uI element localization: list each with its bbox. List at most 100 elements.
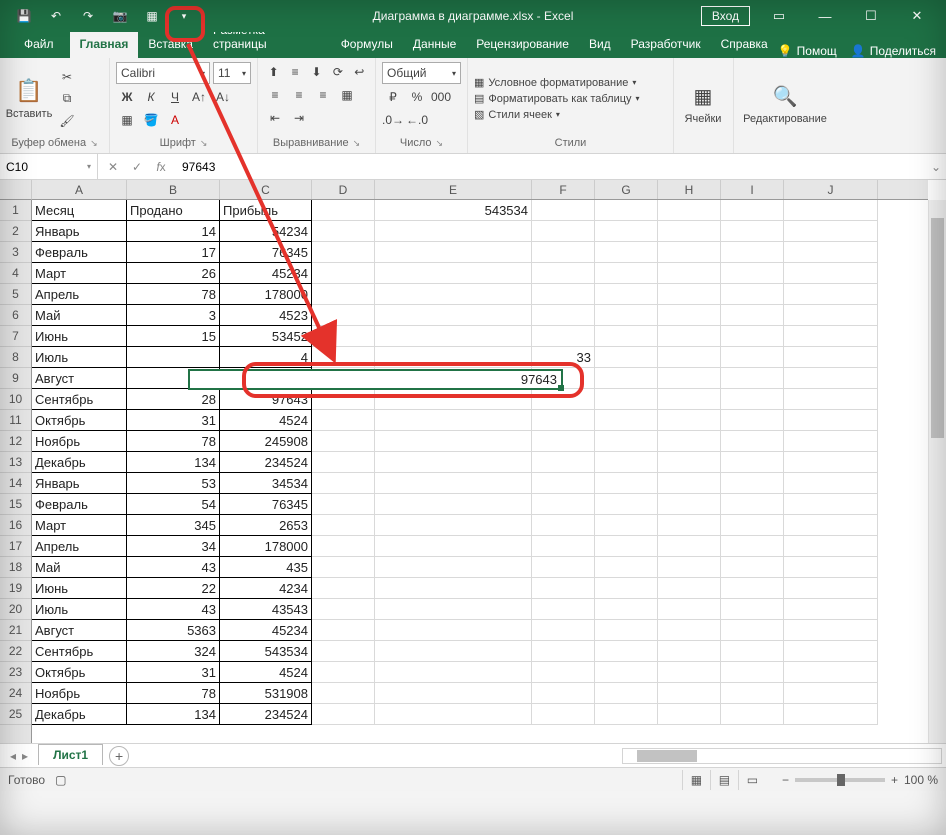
format-as-table-button[interactable]: ▤Форматировать как таблицу ▾ [474,92,640,105]
expand-formula-bar-icon[interactable]: ⌄ [926,160,946,174]
cell[interactable] [312,536,375,557]
cell[interactable] [375,515,532,536]
cell[interactable]: 43543 [220,599,312,620]
increase-indent-icon[interactable]: ⇥ [288,108,310,128]
cell[interactable] [658,473,721,494]
cell[interactable]: 4524 [220,410,312,431]
cell[interactable] [721,704,784,725]
cell[interactable] [375,347,532,368]
cell[interactable] [375,284,532,305]
row-header-14[interactable]: 14 [0,473,31,494]
cell[interactable] [721,200,784,221]
cell[interactable] [721,494,784,515]
row-header-12[interactable]: 12 [0,431,31,452]
cut-icon[interactable]: ✂ [56,67,78,87]
cell[interactable] [532,200,595,221]
row-header-25[interactable]: 25 [0,704,31,725]
cell[interactable] [375,305,532,326]
cell[interactable] [658,578,721,599]
cell[interactable]: 31 [127,410,220,431]
cell[interactable] [721,305,784,326]
cell[interactable] [375,473,532,494]
cell[interactable] [312,578,375,599]
cell[interactable]: 234524 [220,452,312,473]
cell[interactable] [312,326,375,347]
cell[interactable]: 345 [127,515,220,536]
col-header-A[interactable]: A [32,180,127,199]
currency-icon[interactable]: ₽ [382,87,404,107]
cell[interactable]: Октябрь [32,662,127,683]
cell[interactable] [595,641,658,662]
zoom-slider[interactable] [795,778,885,782]
scrollbar-thumb[interactable] [931,218,944,438]
cell[interactable] [532,326,595,347]
cells-button[interactable]: ▦Ячейки [680,73,726,137]
cell[interactable]: 2653 [220,515,312,536]
cell[interactable] [375,683,532,704]
cell[interactable]: 435 [220,557,312,578]
cell[interactable] [784,347,878,368]
cell[interactable] [532,683,595,704]
cell[interactable] [312,641,375,662]
sheet-next-icon[interactable]: ▸ [22,749,28,763]
cell[interactable] [658,200,721,221]
cell[interactable] [784,200,878,221]
cell[interactable] [595,431,658,452]
row-header-6[interactable]: 6 [0,305,31,326]
cell[interactable]: 78 [127,683,220,704]
cell[interactable] [595,620,658,641]
row-header-8[interactable]: 8 [0,347,31,368]
chevron-down-icon[interactable]: ▾ [632,78,636,87]
comma-icon[interactable]: 000 [430,87,452,107]
cell[interactable] [595,284,658,305]
cell[interactable] [375,662,532,683]
cell[interactable]: 324 [127,641,220,662]
wrap-text-icon[interactable]: ↩ [350,62,369,82]
cell[interactable] [658,599,721,620]
cancel-edit-icon[interactable]: ✕ [102,160,124,174]
cell[interactable] [658,410,721,431]
cell[interactable]: Март [32,263,127,284]
active-merged-cell[interactable]: 97643 [188,369,563,390]
cell[interactable]: 54 [127,494,220,515]
cell[interactable] [595,305,658,326]
cell[interactable]: 15 [127,326,220,347]
cell[interactable] [532,704,595,725]
cell[interactable] [721,368,784,389]
align-right-icon[interactable]: ≡ [312,85,334,105]
clipboard-dialog-icon[interactable]: ↘ [90,138,98,149]
col-header-J[interactable]: J [784,180,878,199]
cell[interactable] [658,431,721,452]
cell[interactable]: 78 [127,431,220,452]
cell[interactable] [312,242,375,263]
row-header-19[interactable]: 19 [0,578,31,599]
tell-me-button[interactable]: 💡Помощ [778,44,837,58]
cell[interactable] [375,410,532,431]
cell[interactable] [721,410,784,431]
row-header-4[interactable]: 4 [0,263,31,284]
view-page-break-icon[interactable]: ▭ [738,770,766,790]
number-dialog-icon[interactable]: ↘ [436,138,444,149]
col-header-E[interactable]: E [375,180,532,199]
tab-review[interactable]: Рецензирование [466,32,579,58]
cell[interactable] [312,515,375,536]
bold-button[interactable]: Ж [116,87,138,107]
cell[interactable] [784,452,878,473]
cell[interactable]: Месяц [32,200,127,221]
row-header-15[interactable]: 15 [0,494,31,515]
cell[interactable] [721,263,784,284]
cell[interactable] [312,200,375,221]
borders-icon[interactable]: ▦ [116,110,138,130]
cell[interactable] [312,431,375,452]
cell[interactable]: 43 [127,599,220,620]
cell[interactable] [532,452,595,473]
cell[interactable] [658,389,721,410]
cell[interactable] [784,704,878,725]
col-header-B[interactable]: B [127,180,220,199]
cell[interactable] [595,536,658,557]
cell[interactable] [312,389,375,410]
sheet-tab[interactable]: Лист1 [38,744,103,765]
cell[interactable] [721,284,784,305]
cell[interactable] [312,263,375,284]
cell[interactable] [532,431,595,452]
